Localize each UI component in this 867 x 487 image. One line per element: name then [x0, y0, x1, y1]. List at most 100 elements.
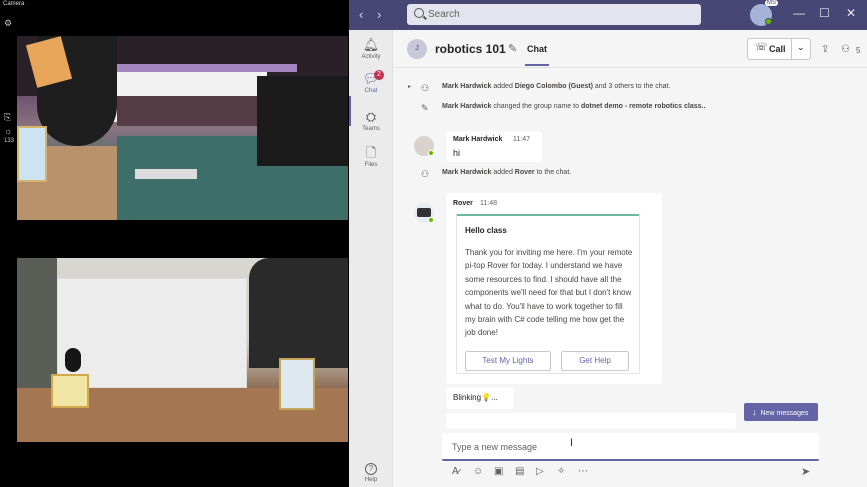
presence-dot [428, 150, 434, 156]
floor-card [135, 169, 197, 179]
forward-button[interactable]: › [377, 7, 381, 22]
tab-underline [525, 64, 549, 66]
rail-label: Activity [361, 54, 381, 60]
share-screen-icon[interactable]: ⇪ [821, 44, 829, 55]
camera-window: Camera ⚙ ⎘ ☼ 133 [0, 0, 349, 487]
sticker-icon[interactable]: ▤ [515, 466, 524, 477]
presence-dot [765, 18, 772, 25]
emoji-icon[interactable]: ☺ [473, 466, 483, 477]
target: Rover [514, 169, 535, 176]
more-options-icon[interactable]: ⋯ [578, 466, 588, 477]
group-avatar: J [407, 39, 427, 59]
card-title: Hello class [465, 226, 507, 235]
rail-item-chat[interactable]: 💬︎ Chat [349, 72, 393, 95]
camera-feed-top [17, 36, 348, 220]
praise-icon[interactable]: ✧ [557, 466, 565, 477]
chevron-down-icon[interactable]: ⌄ [797, 42, 805, 53]
divider [791, 39, 792, 59]
gear-icon[interactable]: ⚙ [4, 19, 12, 28]
edit-icon[interactable]: ✎ [508, 42, 517, 55]
get-help-button[interactable]: Get Help [561, 351, 629, 371]
minimize-button[interactable]: — [793, 6, 805, 20]
meet-icon[interactable]: ▷ [536, 466, 544, 477]
test-my-lights-button[interactable]: Test My Lights [465, 351, 551, 371]
lightbulb-icon: 💡 [481, 393, 491, 402]
message-text: hi [453, 148, 461, 158]
sys-text: and 3 others to the chat. [592, 83, 671, 90]
chat-header: J robotics 101 ✎ Chat ☏ Call ⌄ ⇪ ⚇ 5 [394, 30, 867, 68]
compose-placeholder: Type a new message [452, 442, 538, 452]
message-bubble: Mark Hardwick 11:47 hi [446, 131, 542, 162]
compose-toolbar: A̷ ☺ ▣ ▤ ▷ ✧ ⋯ [442, 466, 822, 480]
actor: Mark Hardwick [442, 83, 492, 90]
people-icon[interactable]: ⚇ [841, 44, 850, 55]
send-icon[interactable]: ➤ [801, 465, 810, 478]
card-right [279, 358, 315, 410]
gif-icon[interactable]: ▣ [494, 466, 503, 477]
actor: Mark Hardwick [442, 169, 492, 176]
rover-icon [417, 208, 431, 217]
rail-item-teams[interactable]: ⛭ Teams [349, 109, 393, 133]
search-placeholder: Search [428, 9, 460, 20]
search-icon [414, 8, 424, 18]
rover-side [249, 258, 348, 368]
people-count: 5 [856, 46, 861, 55]
adaptive-card: Hello class Thank you for inviting me he… [456, 214, 640, 374]
arrow-down-icon: ↓ [752, 407, 757, 417]
ellipsis: ... [490, 393, 498, 402]
card-prop-2 [17, 126, 47, 182]
profile-badge: MS [765, 0, 778, 6]
avatar[interactable] [414, 136, 434, 156]
tab-chat[interactable]: Chat [527, 44, 547, 54]
camera-feed-bottom [17, 258, 348, 442]
camera-title: Camera [3, 1, 25, 7]
camera-switch-icon[interactable]: ⎘ [4, 113, 11, 122]
maximize-button[interactable]: ☐ [819, 6, 830, 20]
rail-label: Teams [362, 126, 380, 132]
search-input[interactable]: Search [407, 4, 701, 25]
new-messages-button[interactable]: ↓ New messages [744, 403, 818, 421]
close-button[interactable]: ✕ [846, 6, 856, 20]
sender-name: Mark Hardwick [453, 136, 503, 143]
target: Diego Colombo (Guest) [514, 83, 593, 90]
teams-window: ‹ › Search MS — ☐ ✕ 🔔︎ Activity 💬︎ Chat [349, 0, 867, 487]
message-text: Blinking💡... [453, 393, 498, 402]
rail-label: Files [364, 162, 378, 168]
call-button[interactable]: ☏ Call ⌄ [747, 38, 811, 60]
light-strip [97, 64, 297, 72]
rail-item-activity[interactable]: 🔔︎ Activity [349, 37, 393, 61]
screen: Camera ⚙ ⎘ ☼ 133 ‹ › Search MS — ☐ ✕ 🔔︎ … [0, 0, 867, 487]
message-list: ▸ ⚇ Mark Hardwick added Diego Colombo (G… [394, 69, 867, 429]
timestamp: 11:47 [513, 136, 530, 143]
app-rail: 🔔︎ Activity 💬︎ Chat 2 ⛭ Teams 🗋 Files [349, 30, 393, 487]
chat-badge: 2 [374, 70, 384, 80]
rail-item-help[interactable]: ? Help [349, 458, 393, 483]
sys-text: to the chat. [534, 169, 572, 176]
pencil-icon: ✎ [421, 103, 429, 113]
new-messages-label: New messages [760, 410, 809, 417]
files-icon: 🗋 [365, 145, 377, 160]
sys-text: added [491, 169, 515, 176]
radiator [57, 278, 247, 388]
brightness-icon[interactable]: ☼ [4, 127, 12, 136]
format-icon[interactable]: A̷ [452, 466, 459, 477]
dark-object [17, 258, 57, 388]
figure [65, 348, 81, 372]
rover-body [257, 76, 348, 166]
add-user-icon: ⚇ [421, 83, 430, 93]
compose-box[interactable]: Type a new message I [442, 433, 819, 461]
call-label: Call [769, 44, 786, 54]
teams-icon: ⛭ [365, 109, 377, 124]
rail-item-files[interactable]: 🗋 Files [349, 145, 393, 169]
sys-text: added [491, 83, 515, 90]
title-bar: ‹ › Search MS — ☐ ✕ [349, 0, 867, 30]
help-icon: ? [365, 463, 377, 475]
message-text-body: Blinking [453, 393, 482, 402]
add-user-icon: ⚇ [421, 169, 430, 179]
bell-icon: 🔔︎ [362, 37, 380, 52]
back-button[interactable]: ‹ [359, 7, 363, 22]
avatar[interactable] [414, 203, 434, 223]
presence-dot [428, 217, 434, 223]
expand-icon[interactable]: ▸ [408, 83, 411, 90]
card-body: Thank you for inviting me here. I'm your… [465, 248, 633, 338]
